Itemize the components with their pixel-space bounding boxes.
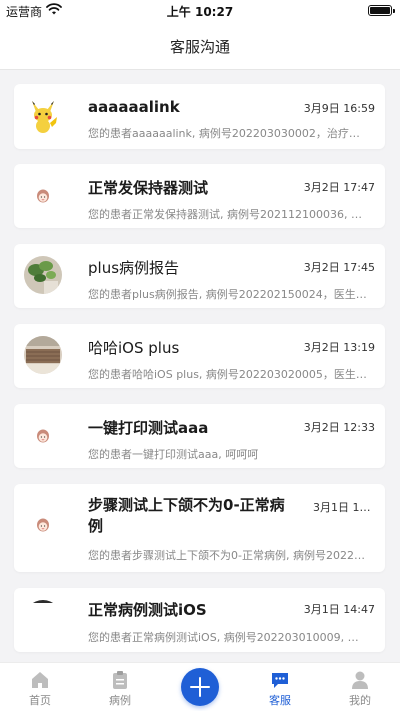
avatar xyxy=(24,417,62,455)
chat-icon xyxy=(272,673,288,688)
battery-icon xyxy=(368,5,395,16)
conversation-item[interactable]: 正常发保持器测试 3月2日 17:47 您的患者正常发保持器测试, 病例号202… xyxy=(14,164,385,228)
dark-photo-avatar-icon xyxy=(24,600,62,638)
conversation-name: 正常病例测试iOS xyxy=(88,601,207,619)
person-icon xyxy=(352,671,368,689)
plant-photo-avatar-icon xyxy=(24,256,62,294)
nav-bar: 客服沟通 xyxy=(0,20,400,70)
conversation-preview: 您的患者哈哈iOS plus, 病例号202203020005，医生… xyxy=(88,368,367,381)
tab-bar: 首页 病例 客服 我的 xyxy=(0,662,400,711)
conversation-date: 3月1日 16:… xyxy=(313,501,375,514)
conversation-name: 步骤测试上下颌不为0-正常病例 xyxy=(88,496,285,535)
conversation-name: 正常发保持器测试 xyxy=(88,179,209,197)
home-icon xyxy=(32,672,48,688)
tab-label: 客服 xyxy=(269,694,291,707)
conversation-date: 3月2日 12:33 xyxy=(303,421,375,434)
tab-cases[interactable]: 病例 xyxy=(90,663,150,711)
conversation-name: aaaaaalink xyxy=(88,98,180,116)
conversation-date: 3月9日 16:59 xyxy=(303,102,375,115)
conversation-preview: 您的患者aaaaaalink, 病例号202203030002，治疗已… xyxy=(88,127,369,140)
conversation-item[interactable]: 哈哈iOS plus 3月2日 13:19 您的患者哈哈iOS plus, 病例… xyxy=(14,324,385,388)
basket-photo-avatar-icon xyxy=(24,336,62,374)
conversation-item[interactable]: plus病例报告 3月2日 17:45 您的患者plus病例报告, 病例号202… xyxy=(14,244,385,308)
cartoon-girl-avatar-icon xyxy=(37,518,49,532)
cartoon-girl-avatar-icon xyxy=(37,189,49,203)
conversation-preview: 您的患者正常病例测试iOS, 病例号202203010009, … xyxy=(88,631,359,644)
clipboard-icon xyxy=(113,671,127,689)
conversation-date: 3月2日 17:45 xyxy=(303,261,375,274)
tab-home[interactable]: 首页 xyxy=(10,663,70,711)
avatar xyxy=(24,256,62,294)
conversation-name: 一键打印测试aaa xyxy=(88,419,209,437)
avatar xyxy=(24,177,62,215)
cartoon-girl-avatar-icon xyxy=(37,429,49,443)
avatar xyxy=(24,600,62,638)
conversation-item[interactable]: 步骤测试上下颌不为0-正常病例 3月1日 16:… 您的患者步骤测试上下颌不为0… xyxy=(14,484,385,572)
tab-label: 首页 xyxy=(29,694,51,707)
conversation-name: 哈哈iOS plus xyxy=(88,339,180,357)
avatar xyxy=(24,97,62,135)
conversation-preview: 您的患者步骤测试上下颌不为0-正常病例, 病例号2022… xyxy=(88,549,365,562)
avatar xyxy=(24,336,62,374)
conversation-item[interactable]: 正常病例测试iOS 3月1日 14:47 您的患者正常病例测试iOS, 病例号2… xyxy=(14,588,385,652)
avatar xyxy=(24,506,62,544)
conversation-date: 3月2日 13:19 xyxy=(303,341,375,354)
conversation-date: 3月1日 14:47 xyxy=(303,603,375,616)
conversation-preview: 您的患者正常发保持器测试, 病例号202112100036, … xyxy=(88,208,362,221)
conversation-list[interactable]: aaaaaalink 3月9日 16:59 您的患者aaaaaalink, 病例… xyxy=(0,70,400,662)
status-time: 上午 10:27 xyxy=(166,5,234,19)
conversation-item[interactable]: aaaaaalink 3月9日 16:59 您的患者aaaaaalink, 病例… xyxy=(14,84,385,149)
tab-profile[interactable]: 我的 xyxy=(330,663,390,711)
status-bar: 运营商 上午 10:27 xyxy=(0,0,400,20)
conversation-item[interactable]: 一键打印测试aaa 3月2日 12:33 您的患者一键打印测试aaa, 呵呵呵 xyxy=(14,404,385,468)
conversation-name: plus病例报告 xyxy=(88,259,180,277)
page-title: 客服沟通 xyxy=(169,38,230,56)
conversation-date: 3月2日 17:47 xyxy=(303,181,375,194)
tab-label: 病例 xyxy=(109,694,131,707)
conversation-preview: 您的患者一键打印测试aaa, 呵呵呵 xyxy=(88,448,259,461)
add-button[interactable] xyxy=(181,668,219,706)
pikachu-avatar-icon xyxy=(32,101,57,133)
conversation-preview: 您的患者plus病例报告, 病例号202202150024，医生… xyxy=(88,288,367,301)
tab-customer-service[interactable]: 客服 xyxy=(250,663,310,711)
tab-label: 我的 xyxy=(349,694,371,707)
